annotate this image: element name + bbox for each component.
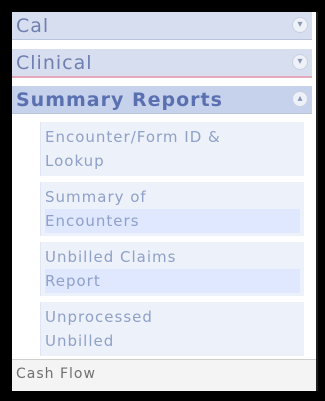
item-line: Report <box>45 269 300 293</box>
list-item[interactable]: Unbilled Claims Report <box>40 242 304 296</box>
footer-bar[interactable]: Cash Flow <box>12 359 316 391</box>
sidebar-panel: Cal ▾ Clinical ▾ Summary Reports ▴ Encou… <box>12 12 318 391</box>
item-line: Summary of <box>45 188 147 206</box>
divider-line <box>12 76 312 78</box>
footer-label: Cash Flow <box>16 366 96 382</box>
summary-reports-list: Encounter/Form ID & Lookup Summary of En… <box>40 122 304 362</box>
category-label: Cal <box>16 15 50 37</box>
item-line: Unbilled <box>45 332 115 350</box>
category-label: Summary Reports <box>16 89 223 111</box>
category-clinical[interactable]: Clinical ▾ <box>12 49 312 78</box>
chevron-up-icon[interactable]: ▴ <box>292 91 308 107</box>
item-line: Encounters <box>45 209 300 233</box>
list-item[interactable]: Encounter/Form ID & Lookup <box>40 122 304 176</box>
item-line: Unbilled Claims <box>45 248 177 266</box>
list-item[interactable]: Unprocessed Unbilled <box>40 302 304 356</box>
window-frame: Cal ▾ Clinical ▾ Summary Reports ▴ Encou… <box>0 0 325 401</box>
chevron-down-icon[interactable]: ▾ <box>292 54 308 70</box>
item-line: Unprocessed <box>45 308 153 326</box>
chevron-down-icon[interactable]: ▾ <box>292 17 308 33</box>
category-cal[interactable]: Cal ▾ <box>12 12 312 40</box>
item-line: Encounter/Form ID & <box>45 128 221 146</box>
category-summary-reports[interactable]: Summary Reports ▴ <box>12 86 312 114</box>
item-line: Lookup <box>45 152 105 170</box>
list-item[interactable]: Summary of Encounters <box>40 182 304 236</box>
category-label: Clinical <box>16 52 93 74</box>
